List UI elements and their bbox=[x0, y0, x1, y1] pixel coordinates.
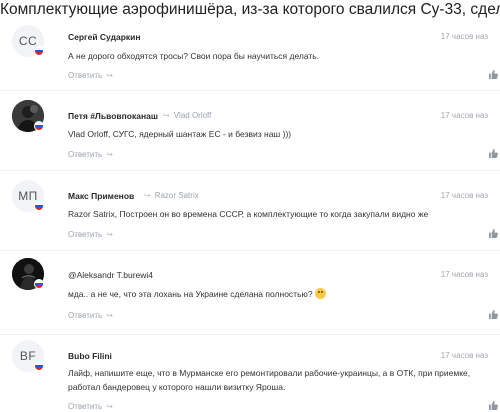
comment-text: А не дорого обходятся тросы? Свои пора б… bbox=[68, 51, 320, 61]
comment-text: Razor Satrix, Построен он во времена ССС… bbox=[68, 209, 429, 219]
reply-to-name: Vlad Orloff bbox=[173, 111, 212, 120]
reply-to-ref[interactable]: ↪ Vlad Orloff bbox=[163, 111, 211, 120]
thumbs-up-icon[interactable] bbox=[489, 70, 498, 79]
reply-arrow-icon: ↪ bbox=[106, 402, 113, 411]
grin-emoji-icon bbox=[314, 288, 326, 299]
reply-to-name: Razor Satrix bbox=[154, 191, 199, 200]
reply-label: Ответить bbox=[68, 311, 103, 320]
reply-label: Ответить bbox=[68, 230, 103, 239]
comment-text-line: работал бандеровец у которого нашли визи… bbox=[68, 382, 286, 392]
comment-time: 17 часов наз bbox=[440, 351, 488, 360]
reply-arrow-icon: ↪ bbox=[163, 111, 170, 120]
reply-to-ref[interactable]: ↪ Razor Satrix bbox=[144, 191, 199, 200]
comment-author[interactable]: @Aleksandr T.burewi4 bbox=[68, 270, 153, 280]
reply-button[interactable]: Ответить ↪ bbox=[68, 150, 113, 159]
reply-label: Ответить bbox=[68, 402, 103, 411]
comment-author[interactable]: Сергей Сударкин bbox=[68, 32, 141, 42]
reply-arrow-icon: ↪ bbox=[106, 230, 113, 239]
reply-arrow-icon: ↪ bbox=[144, 191, 151, 200]
comment-author[interactable]: Bubo Filini bbox=[68, 351, 112, 361]
comment-text: Лайф, напишите еще, что в Мурманске его … bbox=[68, 366, 488, 394]
comment-text: Vlad Orloff, СУГС, ядерный шантаж ЕС - и… bbox=[68, 129, 292, 139]
reply-button[interactable]: Ответить ↪ bbox=[68, 311, 113, 320]
russia-flag-icon bbox=[34, 279, 44, 289]
comment-time: 17 часов наз bbox=[440, 270, 488, 279]
thumbs-up-icon[interactable] bbox=[489, 401, 498, 410]
thumbs-up-icon[interactable] bbox=[489, 310, 498, 319]
russia-flag-icon bbox=[34, 46, 44, 56]
reply-button[interactable]: Ответить ↪ bbox=[68, 71, 113, 80]
comment-item: Петя #Львовпоканаш ↪ Vlad Orloff 17 часов… bbox=[0, 90, 500, 170]
reply-label: Ответить bbox=[68, 150, 103, 159]
russia-flag-icon bbox=[34, 201, 44, 211]
comment-time: 17 часов наз bbox=[440, 191, 488, 200]
comment-text: мда.. а не че, что эта лохань на Украине… bbox=[68, 287, 488, 301]
comment-author[interactable]: Петя #Львовпоканаш bbox=[68, 111, 158, 121]
reply-label: Ответить bbox=[68, 71, 103, 80]
comment-time: 17 часов наз bbox=[440, 111, 488, 120]
comment-author[interactable]: Макс Применов bbox=[68, 191, 134, 201]
comment-item: МП Макс Применов ↪ Razor Satrix 17 часов … bbox=[0, 170, 500, 250]
comment-item: BF Bubo Filini 17 часов наз Лайф, напиши… bbox=[0, 334, 500, 412]
reply-arrow-icon: ↪ bbox=[106, 71, 113, 80]
article-title: Комплектующие аэрофинишёра, из-за которо… bbox=[0, 1, 500, 18]
reply-button[interactable]: Ответить ↪ bbox=[68, 230, 113, 239]
comment-item: @Aleksandr T.burewi4 17 часов наз мда.. … bbox=[0, 250, 500, 334]
comment-text-line: Лайф, напишите еще, что в Мурманске его … bbox=[68, 368, 471, 378]
reply-arrow-icon: ↪ bbox=[106, 311, 113, 320]
russia-flag-icon bbox=[34, 121, 44, 131]
russia-flag-icon bbox=[34, 361, 44, 371]
thumbs-up-icon[interactable] bbox=[489, 229, 498, 238]
reply-arrow-icon: ↪ bbox=[106, 150, 113, 159]
comment-time: 17 часов наз bbox=[440, 32, 488, 41]
comment-text-content: мда.. а не че, что эта лохань на Украине… bbox=[68, 289, 313, 299]
thumbs-up-icon[interactable] bbox=[489, 149, 498, 158]
reply-button[interactable]: Ответить ↪ bbox=[68, 402, 113, 411]
comment-item: СС Сергей Сударкин 17 часов наз А не дор… bbox=[0, 20, 500, 90]
